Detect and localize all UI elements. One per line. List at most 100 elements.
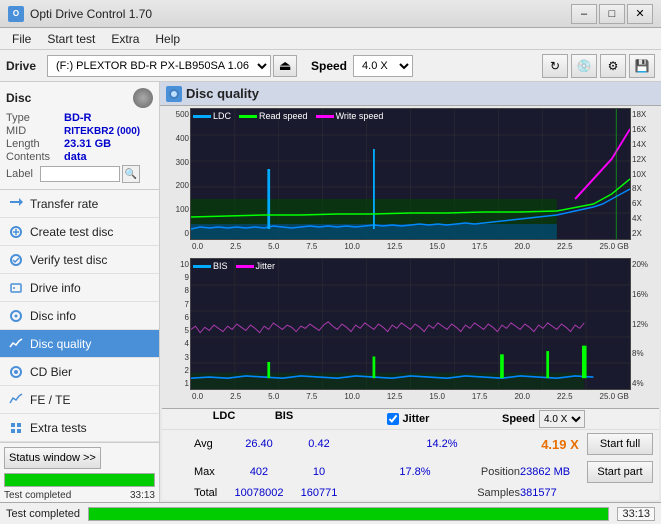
chart1-x-0: 0.0 xyxy=(192,242,203,256)
disc-mid-value: RITEKBR2 (000) xyxy=(64,126,140,137)
chart2-yr-8: 8% xyxy=(632,349,658,358)
chart1-y-400: 400 xyxy=(163,134,189,143)
sidebar-item-extra-tests[interactable]: Extra tests xyxy=(0,414,159,442)
chart2-y-7: 7 xyxy=(163,300,189,309)
stats-max-bis: 10 xyxy=(289,466,349,478)
chart1-x-5: 5.0 xyxy=(268,242,279,256)
legend-jitter-label: Jitter xyxy=(256,261,276,271)
speed-select[interactable]: 4.0 X xyxy=(353,55,413,77)
chart1-y-300: 300 xyxy=(163,158,189,167)
chart1-y-0: 0 xyxy=(163,229,189,238)
chart2-x-2.5: 2.5 xyxy=(230,392,241,406)
sidebar-item-transfer-rate[interactable]: Transfer rate xyxy=(0,190,159,218)
disc-label-button[interactable]: 🔍 xyxy=(122,165,140,183)
disc-info-icon xyxy=(8,308,24,324)
disc-contents-label: Contents xyxy=(6,151,64,163)
disc-panel: Disc Type BD-R MID RITEKBR2 (000) Length… xyxy=(0,82,159,190)
status-area: Status window >> Test completed 33:13 xyxy=(0,442,159,502)
sidebar-label-transfer-rate: Transfer rate xyxy=(30,197,98,211)
chart1-x-25: 25.0 GB xyxy=(600,242,629,256)
start-part-button[interactable]: Start part xyxy=(587,461,653,483)
refresh-button[interactable]: ↻ xyxy=(542,54,568,78)
chart2-legend: BIS Jitter xyxy=(193,261,275,271)
legend-read-color xyxy=(239,115,257,118)
sidebar-status-text: Test completed xyxy=(4,490,71,501)
drive-select[interactable]: (F:) PLEXTOR BD-R PX-LB950SA 1.06 xyxy=(47,55,271,77)
sidebar-item-cd-bier[interactable]: CD Bier xyxy=(0,358,159,386)
stats-avg-ldc: 26.40 xyxy=(229,438,289,450)
menu-help[interactable]: Help xyxy=(147,30,188,48)
app-icon: O xyxy=(8,6,24,22)
stats-total-bis: 160771 xyxy=(289,487,349,499)
chart1-x-17.5: 17.5 xyxy=(472,242,488,256)
sidebar-progress-fill xyxy=(5,474,154,486)
status-window-button[interactable]: Status window >> xyxy=(4,447,101,469)
stats-avg-speed: 4.19 X xyxy=(535,437,585,452)
chart2-svg xyxy=(191,259,630,389)
sidebar-item-create-test-disc[interactable]: Create test disc xyxy=(0,218,159,246)
sidebar: Disc Type BD-R MID RITEKBR2 (000) Length… xyxy=(0,82,160,502)
chart1-x-15: 15.0 xyxy=(429,242,445,256)
disc-length-label: Length xyxy=(6,138,64,150)
sidebar-item-disc-quality[interactable]: Disc quality xyxy=(0,330,159,358)
chart2-x-10: 10.0 xyxy=(344,392,360,406)
menu-start-test[interactable]: Start test xyxy=(39,30,103,48)
chart2-y-4: 4 xyxy=(163,339,189,348)
drive-selector[interactable]: (F:) PLEXTOR BD-R PX-LB950SA 1.06 ⏏ xyxy=(47,55,297,77)
close-button[interactable]: ✕ xyxy=(627,4,653,24)
legend-ldc-color xyxy=(193,115,211,118)
disc-length-value: 23.31 GB xyxy=(64,138,111,150)
disc-button[interactable]: 💿 xyxy=(571,54,597,78)
chart1-x-2.5: 2.5 xyxy=(230,242,241,256)
maximize-button[interactable]: □ xyxy=(599,4,625,24)
stats-avg-bis: 0.42 xyxy=(289,438,349,450)
chart2-x-25: 25.0 GB xyxy=(600,392,629,406)
transfer-rate-icon xyxy=(8,196,24,212)
bottom-bar: Test completed 33:13 xyxy=(0,502,661,524)
sidebar-time: 33:13 xyxy=(130,490,155,501)
disc-label-input[interactable] xyxy=(40,166,120,182)
stats-avg-jitter: 14.2% xyxy=(349,438,535,450)
verify-test-icon xyxy=(8,252,24,268)
title-bar: O Opti Drive Control 1.70 – □ ✕ xyxy=(0,0,661,28)
chart1-x-7.5: 7.5 xyxy=(306,242,317,256)
chart1-x-12.5: 12.5 xyxy=(387,242,403,256)
chart2-y-9: 9 xyxy=(163,273,189,282)
chart1-yr-2x: 2X xyxy=(632,229,658,238)
sidebar-item-verify-test-disc[interactable]: Verify test disc xyxy=(0,246,159,274)
chart2-y-6: 6 xyxy=(163,313,189,322)
nav-items: Transfer rate Create test disc Verify te… xyxy=(0,190,159,442)
menu-extra[interactable]: Extra xyxy=(103,30,147,48)
fe-te-icon xyxy=(8,392,24,408)
speed-label: Speed xyxy=(311,59,347,73)
sidebar-item-fe-te[interactable]: FE / TE xyxy=(0,386,159,414)
minimize-button[interactable]: – xyxy=(571,4,597,24)
stats-max-label: Max xyxy=(194,466,229,478)
sidebar-label-drive-info: Drive info xyxy=(30,281,81,295)
chart2-yr-20: 20% xyxy=(632,260,658,269)
chart2-x-20: 20.0 xyxy=(514,392,530,406)
menu-file[interactable]: File xyxy=(4,30,39,48)
chart2-yr-12: 12% xyxy=(632,320,658,329)
sidebar-item-disc-info[interactable]: Disc info xyxy=(0,302,159,330)
disc-type-value: BD-R xyxy=(64,112,92,124)
legend-bis-color xyxy=(193,265,211,268)
main-content: Disc quality 500 400 300 200 100 0 xyxy=(160,82,661,502)
save-button[interactable]: 💾 xyxy=(629,54,655,78)
stats-speed-select[interactable]: 4.0 X xyxy=(539,410,585,428)
settings-button[interactable]: ⚙ xyxy=(600,54,626,78)
disc-quality-icon xyxy=(8,336,24,352)
stats-header-jitter: Jitter xyxy=(403,413,430,425)
sidebar-item-drive-info[interactable]: Drive info xyxy=(0,274,159,302)
jitter-checkbox[interactable] xyxy=(387,413,399,425)
chart1-x-22.5: 22.5 xyxy=(557,242,573,256)
chart1-x-10: 10.0 xyxy=(344,242,360,256)
chart2-yr-4: 4% xyxy=(632,379,658,388)
legend-bis-label: BIS xyxy=(213,261,228,271)
start-full-button[interactable]: Start full xyxy=(587,433,653,455)
stats-header-ldc: LDC xyxy=(194,410,254,428)
eject-button[interactable]: ⏏ xyxy=(273,55,297,77)
create-test-icon xyxy=(8,224,24,240)
stats-avg-label: Avg xyxy=(194,438,229,450)
quality-title: Disc quality xyxy=(186,86,259,101)
